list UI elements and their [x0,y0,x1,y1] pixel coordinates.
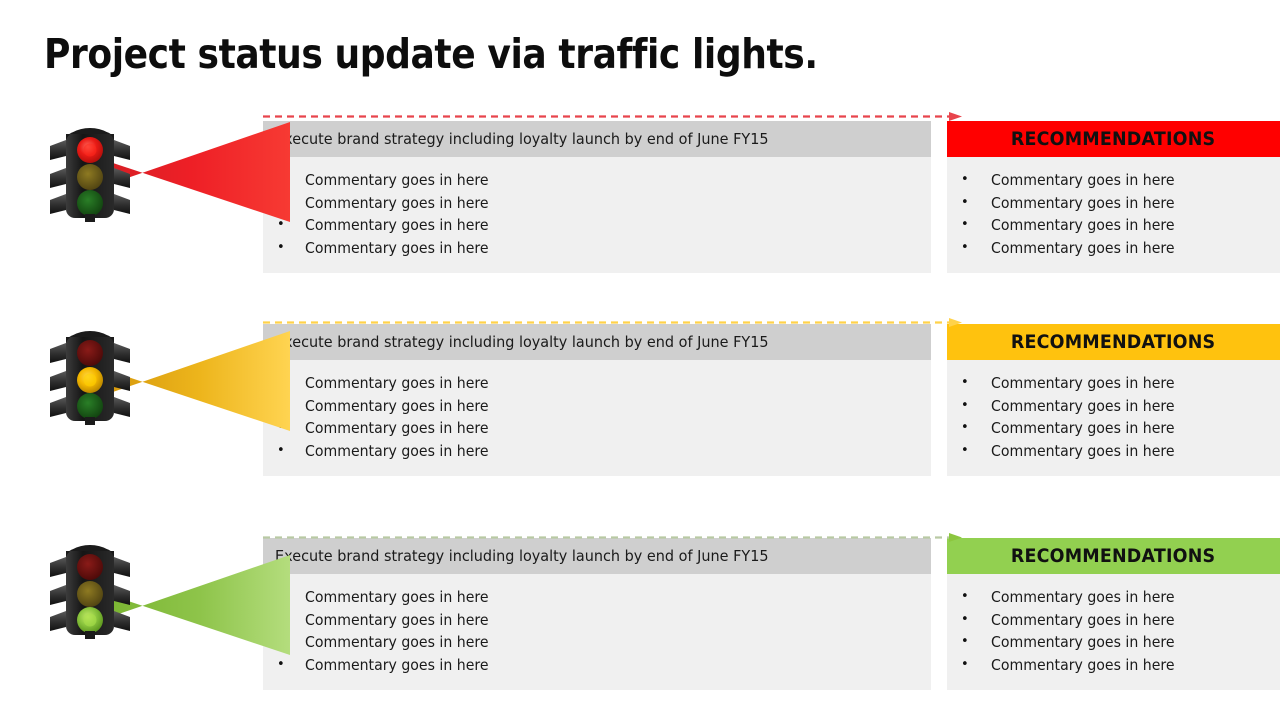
list-item: • Commentary goes in here [263,417,931,440]
recommendations-list-amber: • Commentary goes in here • Commentary goe… [947,360,1280,476]
content-panel-amber: Execute brand strategy including loyalty… [263,324,931,476]
list-item: • Commentary goes in here [263,395,931,418]
list-item: • Commentary goes in here [947,395,1280,418]
status-row-amber: Execute brand strategy including loyalty… [0,315,1280,480]
bullet-icon: • [961,217,969,232]
content-panel-green: Execute brand strategy including loyalty… [263,538,931,690]
commentary-list-red: • Commentary goes in here • Commentary goe… [263,157,931,273]
bullet-icon: • [961,442,969,458]
bullet-icon: • [277,217,285,232]
bullet-icon: • [277,420,285,435]
bullet-icon: • [277,194,285,210]
traffic-light-amber [48,329,134,425]
bullet-icon: • [961,172,969,187]
list-item: • Commentary goes in here [947,214,1280,237]
bullet-icon: • [961,194,969,210]
list-item: • Commentary goes in here [947,192,1280,215]
list-item: • Commentary goes in here [263,169,931,192]
recommendations-banner-amber: RECOMMENDATIONS [947,324,1280,360]
recommendations-panel-red: RECOMMENDATIONS • Commentary goes in here… [947,121,1280,273]
list-item: • Commentary goes in here [947,169,1280,192]
bullet-icon: • [277,239,285,255]
traffic-light-icon [50,545,130,639]
list-item: • Commentary goes in here [947,417,1280,440]
status-row-green: Execute brand strategy including loyalty… [0,529,1280,694]
list-item: • Commentary goes in here [263,192,931,215]
bullet-icon: • [961,420,969,435]
recommendations-panel-green: RECOMMENDATIONS • Commentary goes in here… [947,538,1280,690]
list-item: • Commentary goes in here [947,440,1280,463]
panel-header-green: Execute brand strategy including loyalty… [263,538,931,574]
recommendations-list-red: • Commentary goes in here • Commentary goe… [947,157,1280,273]
list-item: • Commentary goes in here [947,237,1280,260]
list-item: • Commentary goes in here [947,654,1280,677]
recommendations-banner-green: RECOMMENDATIONS [947,538,1280,574]
list-item: • Commentary goes in here [263,654,931,677]
bullet-icon: • [961,397,969,413]
list-item: • Commentary goes in here [263,440,931,463]
bullet-icon: • [277,375,285,390]
list-item: • Commentary goes in here [947,372,1280,395]
bullet-icon: • [277,589,285,604]
bullet-icon: • [961,375,969,390]
traffic-light-icon [50,128,130,222]
connector-arrow-amber [263,318,962,327]
status-row-red: Execute brand strategy including loyalty… [0,112,1280,277]
connector-arrow-red [263,112,962,121]
page-title: Project status update via traffic lights… [44,30,818,78]
list-item: • Commentary goes in here [263,609,931,632]
list-item: • Commentary goes in here [947,586,1280,609]
commentary-list-green: • Commentary goes in here • Commentary goe… [263,574,931,690]
list-item: • Commentary goes in here [263,372,931,395]
bullet-icon: • [277,656,285,672]
panel-header-amber: Execute brand strategy including loyalty… [263,324,931,360]
list-item: • Commentary goes in here [263,586,931,609]
content-panel-red: Execute brand strategy including loyalty… [263,121,931,273]
recommendations-list-green: • Commentary goes in here • Commentary goe… [947,574,1280,690]
bullet-icon: • [961,611,969,627]
bullet-icon: • [961,239,969,255]
recommendations-banner-red: RECOMMENDATIONS [947,121,1280,157]
bullet-icon: • [277,611,285,627]
bullet-icon: • [961,634,969,649]
bullet-icon: • [277,634,285,649]
list-item: • Commentary goes in here [263,237,931,260]
traffic-light-icon [50,331,130,425]
bullet-icon: • [961,589,969,604]
commentary-list-amber: • Commentary goes in here • Commentary goe… [263,360,931,476]
traffic-light-red [48,126,134,222]
bullet-icon: • [277,442,285,458]
recommendations-panel-amber: RECOMMENDATIONS • Commentary goes in here… [947,324,1280,476]
connector-arrow-green [263,533,962,542]
bullet-icon: • [961,656,969,672]
panel-header-red: Execute brand strategy including loyalty… [263,121,931,157]
list-item: • Commentary goes in here [263,631,931,654]
bullet-icon: • [277,397,285,413]
list-item: • Commentary goes in here [263,214,931,237]
traffic-light-green [48,543,134,639]
list-item: • Commentary goes in here [947,609,1280,632]
bullet-icon: • [277,172,285,187]
list-item: • Commentary goes in here [947,631,1280,654]
